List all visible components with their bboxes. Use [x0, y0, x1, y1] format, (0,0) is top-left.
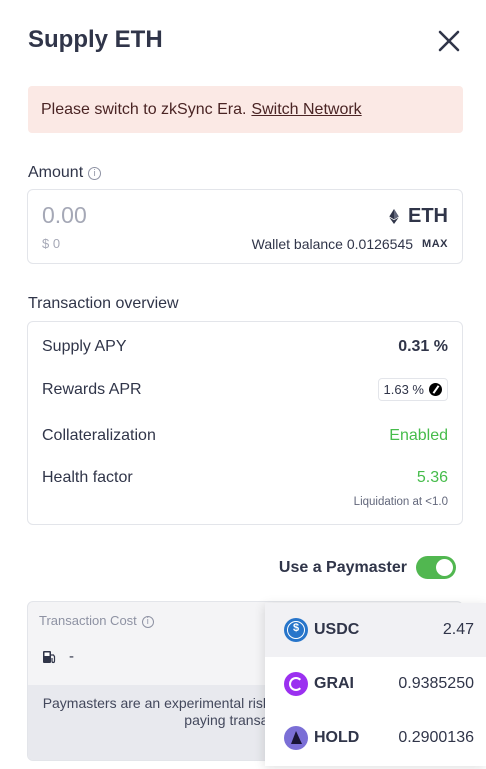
usdc-icon [284, 618, 308, 642]
token-option-symbol: USDC [314, 621, 360, 638]
amount-input-box: ETH $ 0 Wallet balance 0.0126545 MAX [27, 189, 463, 264]
info-icon[interactable]: i [141, 616, 154, 628]
token-option-amount: 2.47 [442, 621, 474, 638]
wallet-balance-value: 0.0126545 [346, 236, 414, 252]
transaction-overview: Supply APY 0.31 % Rewards APR 1.63 % Col… [27, 321, 463, 525]
ethereum-icon [389, 209, 399, 224]
health-factor-value: 5.36 [416, 469, 448, 486]
token-option-amount: 0.9385250 [398, 675, 474, 692]
token-option-hold[interactable]: HOLD 0.2900136 [265, 711, 486, 765]
collateralization-row: Collateralization Enabled [42, 427, 448, 445]
gas-pump-icon [43, 650, 56, 663]
token-option-symbol: HOLD [314, 729, 360, 746]
gas-cost-value: - [69, 648, 74, 665]
token-symbol: ETH [408, 205, 448, 227]
token-option-usdc[interactable]: USDC 2.47 [265, 603, 486, 657]
amount-label: Amount [28, 164, 84, 181]
token-option-symbol: GRAI [314, 675, 354, 692]
supply-apy-value: 0.31 % [398, 338, 448, 355]
rewards-apr-value: 1.63 % [383, 382, 424, 397]
supply-apy-row: Supply APY 0.31 % [42, 338, 448, 356]
rewards-apr-label: Rewards APR [42, 380, 142, 398]
amount-input[interactable] [42, 202, 242, 229]
max-button[interactable]: MAX [422, 238, 448, 250]
liquidation-note: Liquidation at <1.0 [353, 496, 448, 508]
health-factor-label: Health factor [42, 469, 133, 486]
alert-message: Please switch to zkSync Era. [41, 100, 247, 118]
zksync-reward-icon [429, 383, 442, 396]
switch-network-link[interactable]: Switch Network [251, 101, 361, 119]
paymaster-toggle[interactable] [416, 556, 456, 579]
modal-title: Supply ETH [28, 26, 163, 53]
transaction-cost-label: Transaction Cost [39, 613, 137, 628]
toggle-knob [436, 559, 453, 576]
token-selector: ETH [389, 205, 448, 228]
hold-icon [284, 726, 308, 750]
token-option-grai[interactable]: GRAI 0.9385250 [265, 657, 486, 711]
collateralization-value: Enabled [389, 427, 448, 444]
network-alert: Please switch to zkSync Era. Switch Netw… [28, 86, 463, 133]
amount-label-row: Amount i [28, 164, 102, 182]
collateralization-label: Collateralization [42, 427, 156, 444]
transaction-overview-label: Transaction overview [28, 295, 179, 312]
info-icon[interactable]: i [88, 167, 102, 180]
paymaster-row: Use a Paymaster [279, 556, 456, 579]
usd-value: $ 0 [42, 236, 61, 251]
rewards-apr-row: Rewards APR 1.63 % [42, 378, 448, 401]
close-icon [438, 30, 460, 52]
transaction-cost-label-row: Transaction Cost i [39, 613, 154, 628]
paymaster-token-dropdown: USDC 2.47 GRAI 0.9385250 HOLD 0.2900136 [265, 603, 486, 766]
wallet-balance: Wallet balance 0.0126545 MAX [252, 236, 448, 252]
supply-apy-label: Supply APY [42, 338, 127, 355]
health-factor-row: Health factor 5.36 [42, 469, 448, 487]
wallet-balance-label: Wallet balance [251, 236, 343, 252]
token-option-amount: 0.2900136 [398, 729, 474, 746]
grai-icon [284, 672, 308, 696]
close-button[interactable] [434, 26, 464, 56]
paymaster-label: Use a Paymaster [278, 558, 407, 576]
rewards-apr-badge[interactable]: 1.63 % [377, 378, 448, 401]
gas-cost-row: - [42, 648, 74, 665]
